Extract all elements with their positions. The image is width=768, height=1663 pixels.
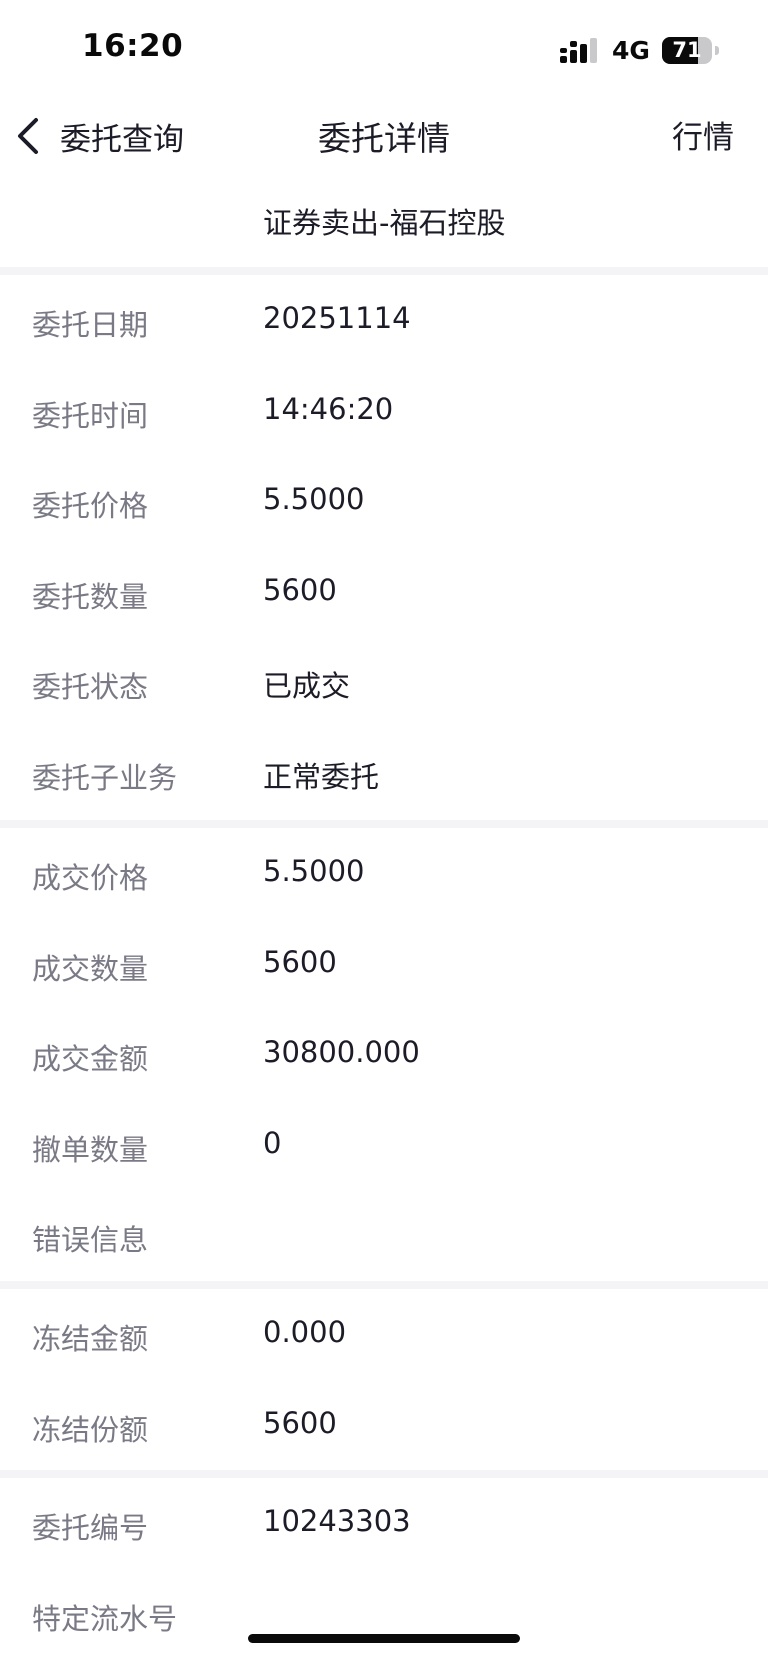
row-label: 委托数量 xyxy=(32,579,149,614)
detail-row: 冻结金额 0.000 xyxy=(0,1289,768,1380)
row-value: 5600 xyxy=(263,1405,337,1440)
detail-row: 成交金额 30800.000 xyxy=(0,1009,768,1100)
detail-row: 成交数量 5600 xyxy=(0,919,768,1010)
detail-row: 委托日期 20251114 xyxy=(0,275,768,366)
row-value: 5.5000 xyxy=(263,482,365,516)
detail-row: 冻结份额 5600 xyxy=(0,1380,768,1471)
status-bar: 16:20 4G 71 xyxy=(0,0,768,100)
back-button[interactable]: 委托查询 xyxy=(14,108,184,164)
detail-row: 错误信息 xyxy=(0,1190,768,1281)
row-label: 委托价格 xyxy=(32,489,149,523)
page-title: 委托详情 xyxy=(318,119,450,158)
row-value: 20251114 xyxy=(263,301,411,335)
row-value: 14:46:20 xyxy=(263,391,394,426)
section-divider xyxy=(0,1470,768,1478)
row-value: 已成交 xyxy=(263,669,351,703)
row-value: 5.5000 xyxy=(263,854,365,888)
row-label: 撤单数量 xyxy=(32,1132,149,1167)
back-button-label: 委托查询 xyxy=(60,121,184,158)
detail-row: 委托时间 14:46:20 xyxy=(0,366,768,457)
row-value: 10243303 xyxy=(263,1504,411,1538)
row-label: 委托时间 xyxy=(32,398,149,433)
row-label: 成交价格 xyxy=(32,861,149,895)
row-label: 特定流水号 xyxy=(32,1601,178,1636)
battery-icon: 71 xyxy=(662,37,719,64)
home-indicator[interactable] xyxy=(248,1634,520,1643)
frozen-info-section: 冻结金额 0.000 冻结份额 5600 xyxy=(0,1289,768,1470)
network-type-label: 4G xyxy=(612,36,650,65)
navigation-bar: 委托查询 委托详情 行情 xyxy=(0,100,768,172)
row-label: 委托状态 xyxy=(32,670,149,704)
row-value: 5600 xyxy=(263,944,337,979)
row-label: 冻结金额 xyxy=(32,1322,149,1356)
cellular-signal-icon xyxy=(560,38,597,63)
trade-info-section: 成交价格 5.5000 成交数量 5600 成交金额 30800.000 撤单数… xyxy=(0,828,768,1281)
battery-level: 71 xyxy=(672,38,702,62)
row-label: 成交金额 xyxy=(32,1042,149,1076)
section-divider xyxy=(0,267,768,275)
detail-row: 委托状态 已成交 xyxy=(0,637,768,728)
section-divider xyxy=(0,820,768,828)
detail-row: 委托编号 10243303 xyxy=(0,1478,768,1569)
order-subtitle: 证券卖出-福石控股 xyxy=(263,206,506,240)
row-value: 30800.000 xyxy=(263,1035,420,1069)
detail-row: 委托价格 5.5000 xyxy=(0,456,768,547)
row-label: 成交数量 xyxy=(32,951,149,986)
row-label: 错误信息 xyxy=(32,1223,149,1257)
detail-row: 委托数量 5600 xyxy=(0,547,768,638)
detail-row: 特定流水号 xyxy=(0,1569,768,1660)
order-info-section: 委托日期 20251114 委托时间 14:46:20 委托价格 5.5000 … xyxy=(0,275,768,818)
status-time: 16:20 xyxy=(82,28,184,64)
chevron-left-icon xyxy=(18,118,38,154)
row-label: 委托日期 xyxy=(32,308,149,342)
row-value: 0 xyxy=(263,1125,282,1160)
detail-row: 撤单数量 0 xyxy=(0,1100,768,1191)
detail-row: 委托子业务 正常委托 xyxy=(0,728,768,819)
row-label: 冻结份额 xyxy=(32,1412,149,1447)
market-quote-button[interactable]: 行情 xyxy=(672,112,734,157)
detail-row: 成交价格 5.5000 xyxy=(0,828,768,919)
row-value: 0.000 xyxy=(263,1315,347,1349)
row-label: 委托子业务 xyxy=(32,760,178,795)
order-id-section: 委托编号 10243303 特定流水号 xyxy=(0,1478,768,1659)
row-value: 正常委托 xyxy=(263,759,380,794)
section-divider xyxy=(0,1281,768,1289)
row-label: 委托编号 xyxy=(32,1511,149,1545)
row-value: 5600 xyxy=(263,572,337,607)
